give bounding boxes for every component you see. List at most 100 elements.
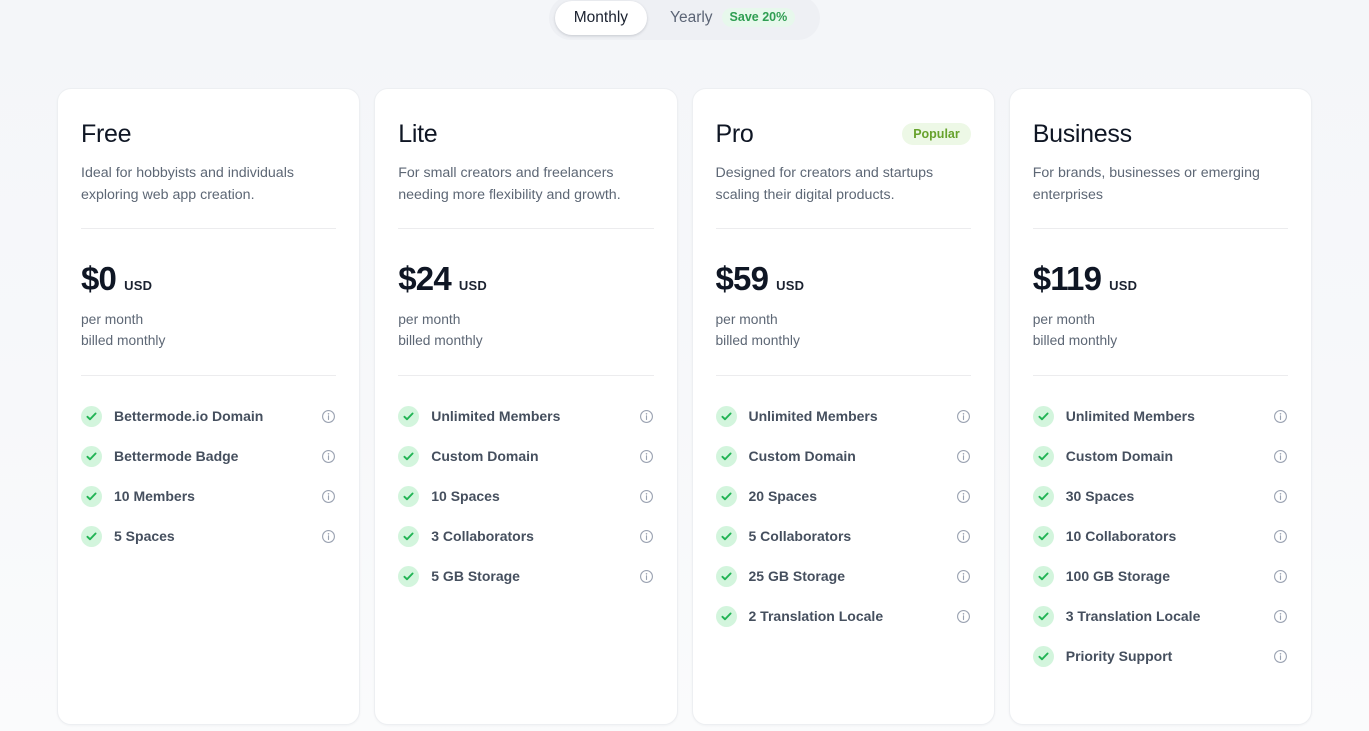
- price-currency: USD: [776, 278, 805, 293]
- feature-label: Custom Domain: [431, 448, 539, 464]
- price-amount: $24: [398, 260, 451, 297]
- feature-label: 5 Collaborators: [748, 528, 852, 544]
- check-circle-icon: [1032, 485, 1054, 507]
- info-circle-icon[interactable]: [321, 409, 336, 424]
- plan-name: Business: [1032, 119, 1132, 148]
- feature-label: 2 Translation Locale: [748, 608, 884, 624]
- feature-label: Custom Domain: [748, 448, 856, 464]
- billing-note: billed monthly: [1032, 333, 1118, 348]
- card-header: Pro Popular: [716, 119, 971, 149]
- feature-label: 30 Spaces: [1065, 488, 1135, 504]
- check-circle-icon: [398, 485, 420, 507]
- info-circle-icon[interactable]: [956, 449, 971, 464]
- card-divider: [81, 375, 337, 376]
- feature-label: 25 GB Storage: [748, 568, 845, 584]
- check-circle-icon: [81, 525, 102, 547]
- info-circle-icon[interactable]: [1273, 449, 1288, 464]
- feature-label: 3 Translation Locale: [1065, 608, 1201, 624]
- plan-description: Designed for creators and startups scali…: [715, 165, 934, 203]
- info-circle-icon[interactable]: [1273, 649, 1288, 664]
- info-circle-icon[interactable]: [1273, 409, 1288, 424]
- info-circle-icon[interactable]: [639, 409, 654, 424]
- feature-item: 25 GB Storage: [715, 556, 971, 596]
- price-subtext: per month billed monthly: [81, 309, 336, 351]
- card-divider: [715, 375, 971, 376]
- billing-toggle-monthly[interactable]: Monthly: [554, 0, 648, 35]
- price-amount: $59: [715, 260, 769, 297]
- price-period: per month: [715, 312, 778, 327]
- info-circle-icon[interactable]: [321, 449, 336, 464]
- check-circle-icon: [715, 565, 737, 587]
- check-circle-icon: [1032, 525, 1054, 547]
- feature-item: 30 Spaces: [1032, 476, 1288, 516]
- feature-item: 100 GB Storage: [1032, 556, 1288, 596]
- feature-item: 10 Spaces: [398, 476, 653, 516]
- feature-label: 5 GB Storage: [431, 568, 520, 584]
- price-row: $119 USD: [1033, 262, 1288, 295]
- info-circle-icon[interactable]: [956, 529, 971, 544]
- card-divider: [1032, 228, 1288, 229]
- info-circle-icon[interactable]: [1273, 529, 1288, 544]
- check-circle-icon: [81, 485, 102, 507]
- card-divider: [398, 228, 654, 229]
- info-circle-icon[interactable]: [321, 529, 336, 544]
- plan-description: For small creators and freelancers needi…: [398, 165, 621, 203]
- feature-label: 10 Spaces: [431, 488, 500, 504]
- feature-label: 100 GB Storage: [1065, 568, 1171, 584]
- feature-label: Bettermode.io Domain: [114, 408, 264, 424]
- pricing-card-lite: Lite For small creators and freelancers n…: [374, 88, 678, 725]
- feature-item: Bettermode Badge: [81, 436, 336, 476]
- billing-note: billed monthly: [398, 333, 483, 348]
- feature-item: Custom Domain: [1032, 436, 1288, 476]
- info-circle-icon[interactable]: [639, 529, 654, 544]
- price-period: per month: [398, 312, 461, 327]
- billing-toggle-bar: Monthly Yearly Save 20%: [0, 0, 1369, 40]
- plan-description: Ideal for hobbyists and individuals expl…: [81, 165, 294, 203]
- feature-label: Bettermode Badge: [114, 448, 239, 464]
- info-circle-icon[interactable]: [321, 489, 336, 504]
- billing-period-toggle[interactable]: Monthly Yearly Save 20%: [548, 0, 821, 40]
- check-circle-icon: [715, 405, 737, 427]
- info-circle-icon[interactable]: [956, 489, 971, 504]
- check-circle-icon: [1032, 565, 1054, 587]
- feature-label: 20 Spaces: [748, 488, 818, 504]
- info-circle-icon[interactable]: [1273, 609, 1288, 624]
- feature-item: 3 Collaborators: [398, 516, 653, 556]
- card-header: Lite: [398, 119, 653, 149]
- price-row: $0 USD: [81, 262, 336, 295]
- price-period: per month: [81, 312, 144, 327]
- info-circle-icon[interactable]: [956, 409, 971, 424]
- feature-label: 10 Collaborators: [1065, 528, 1177, 544]
- card-header: Business: [1033, 119, 1288, 149]
- feature-list: Unlimited Members Custom Domain 30 Spaces 1…: [1032, 396, 1288, 676]
- billing-note: billed monthly: [81, 333, 166, 348]
- info-circle-icon[interactable]: [956, 609, 971, 624]
- feature-list: Unlimited Members Custom Domain 10 Spaces 3…: [398, 396, 653, 596]
- price-row: $24 USD: [398, 262, 653, 295]
- check-circle-icon: [398, 405, 420, 427]
- info-circle-icon[interactable]: [956, 569, 971, 584]
- card-divider: [715, 228, 971, 229]
- feature-item: 10 Collaborators: [1032, 516, 1288, 556]
- feature-item: 2 Translation Locale: [715, 596, 971, 636]
- feature-item: 5 GB Storage: [398, 556, 653, 596]
- pricing-card-business: Business For brands, businesses or emergi…: [1008, 88, 1312, 725]
- billing-toggle-yearly[interactable]: Yearly Save 20%: [651, 1, 814, 35]
- feature-label: Custom Domain: [1065, 448, 1174, 464]
- price-currency: USD: [1109, 278, 1138, 293]
- check-circle-icon: [81, 405, 102, 427]
- info-circle-icon[interactable]: [639, 449, 654, 464]
- feature-list: Bettermode.io Domain Bettermode Badge 10 M…: [81, 396, 336, 556]
- price-subtext: per month billed monthly: [716, 309, 971, 351]
- card-divider: [81, 228, 337, 229]
- feature-item: Unlimited Members: [398, 396, 653, 436]
- billing-note: billed monthly: [715, 333, 800, 348]
- info-circle-icon[interactable]: [1273, 489, 1288, 504]
- billing-toggle-label: Yearly: [670, 8, 713, 26]
- feature-label: Unlimited Members: [431, 408, 561, 424]
- feature-item: Custom Domain: [398, 436, 653, 476]
- info-circle-icon[interactable]: [639, 489, 654, 504]
- check-circle-icon: [715, 605, 737, 627]
- info-circle-icon[interactable]: [639, 569, 654, 584]
- info-circle-icon[interactable]: [1273, 569, 1288, 584]
